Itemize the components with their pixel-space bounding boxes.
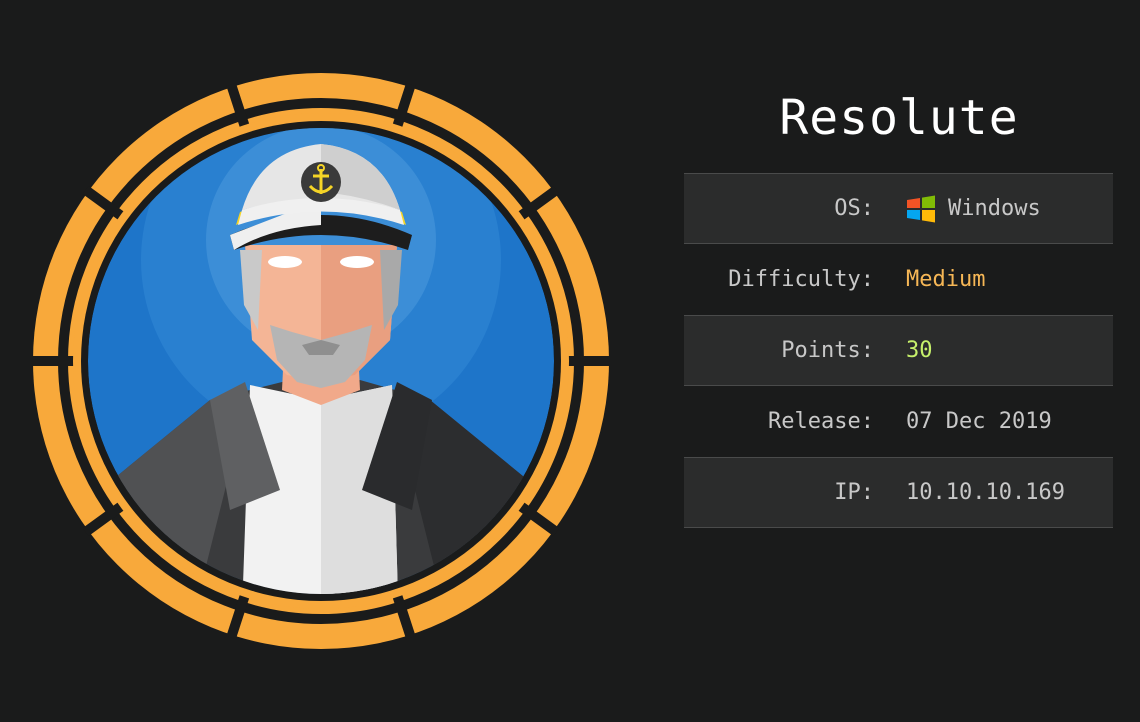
difficulty-value: Medium xyxy=(906,267,986,292)
os-value-wrap: Windows xyxy=(906,194,1041,224)
machine-avatar xyxy=(30,73,612,649)
info-row-ip: IP: 10.10.10.169 xyxy=(684,457,1113,528)
info-row-release: Release: 07 Dec 2019 xyxy=(684,386,1113,457)
info-row-points: Points: 30 xyxy=(684,315,1113,386)
release-label: Release: xyxy=(768,409,874,434)
info-row-difficulty: Difficulty: Medium xyxy=(684,244,1113,315)
os-label: OS: xyxy=(834,196,874,221)
points-value: 30 xyxy=(906,338,933,363)
os-value: Windows xyxy=(948,196,1041,221)
machine-card: Resolute OS: Windows Difficulty: Medium … xyxy=(0,0,1140,722)
ip-label: IP: xyxy=(834,480,874,505)
machine-info-table: OS: Windows Difficulty: Medium Points: 3… xyxy=(684,173,1113,528)
machine-name: Resolute xyxy=(779,90,1019,146)
info-row-os: OS: Windows xyxy=(684,173,1113,244)
ip-value: 10.10.10.169 xyxy=(906,480,1065,505)
release-value: 07 Dec 2019 xyxy=(906,409,1052,434)
windows-logo-icon xyxy=(907,195,935,222)
difficulty-label: Difficulty: xyxy=(728,267,874,292)
points-label: Points: xyxy=(781,338,874,363)
